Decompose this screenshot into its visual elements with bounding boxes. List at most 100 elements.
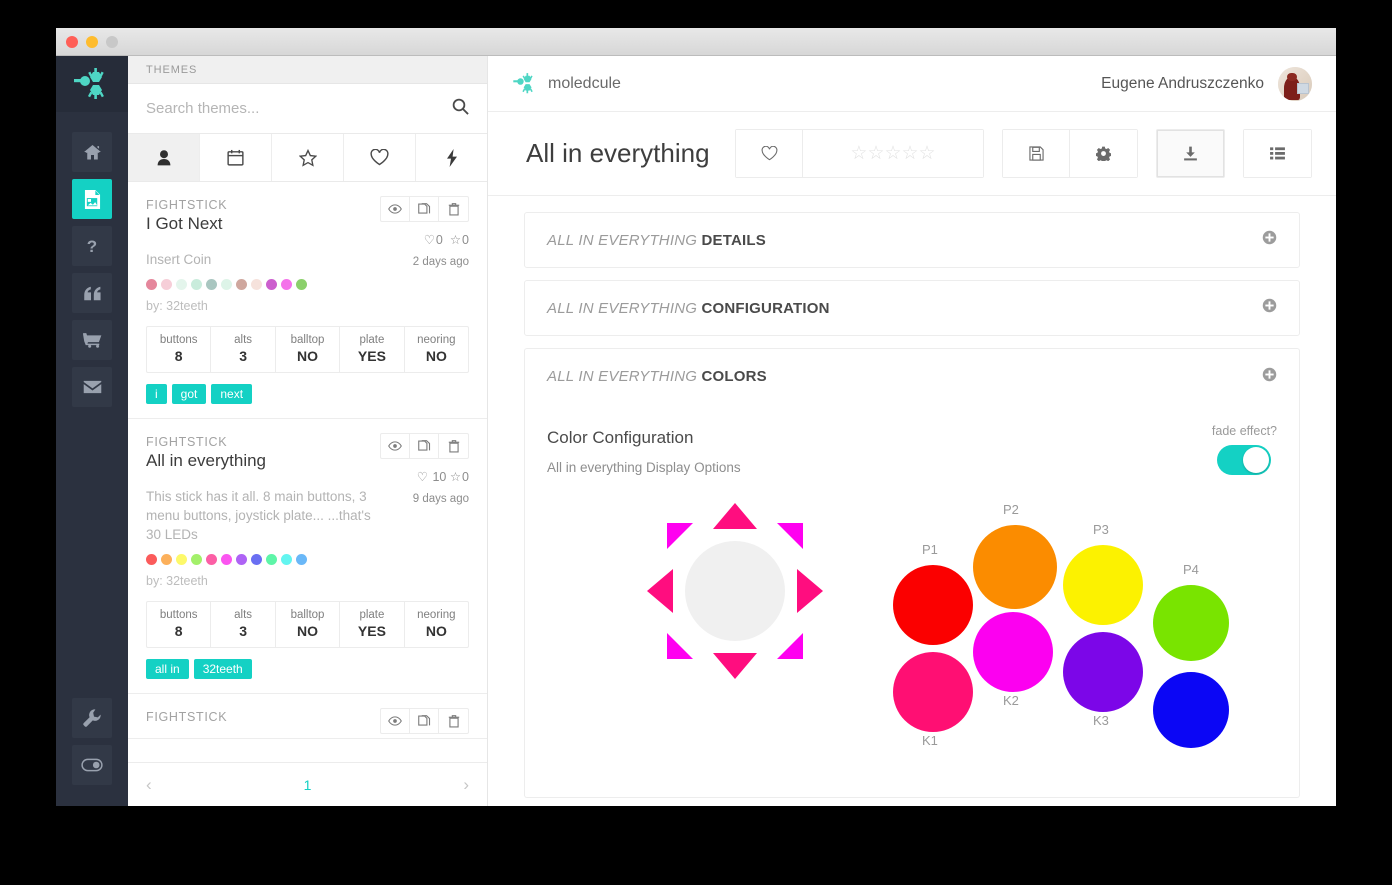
plus-circle-icon[interactable] bbox=[1262, 230, 1277, 250]
sidebar-item-power[interactable] bbox=[72, 745, 112, 785]
filter-tab-user[interactable] bbox=[128, 134, 200, 181]
color-swatch[interactable] bbox=[191, 279, 202, 290]
window-minimize-button[interactable] bbox=[86, 35, 98, 48]
duplicate-button[interactable] bbox=[410, 197, 439, 221]
pagination-page-1[interactable]: 1 bbox=[304, 777, 312, 793]
download-button[interactable] bbox=[1157, 130, 1224, 177]
accordion-details[interactable]: ALL IN EVERYTHING DETAILS bbox=[524, 212, 1300, 268]
joystick-arrow-down-right[interactable] bbox=[777, 633, 803, 659]
button-P2[interactable] bbox=[973, 525, 1057, 609]
button-K3[interactable] bbox=[1063, 632, 1143, 712]
filter-tab-favorites[interactable] bbox=[344, 134, 416, 181]
joystick-ball[interactable] bbox=[685, 541, 785, 641]
color-swatch[interactable] bbox=[236, 279, 247, 290]
color-swatch[interactable] bbox=[176, 279, 187, 290]
button-P3[interactable] bbox=[1063, 545, 1143, 625]
duplicate-button[interactable] bbox=[410, 434, 439, 458]
rail-logo[interactable] bbox=[56, 56, 128, 112]
pagination-prev[interactable]: ‹ bbox=[146, 775, 152, 795]
color-swatch[interactable] bbox=[206, 554, 217, 565]
sidebar-item-store[interactable] bbox=[72, 320, 112, 360]
search-icon[interactable] bbox=[452, 98, 469, 120]
molecule-icon bbox=[74, 68, 104, 99]
delete-button[interactable] bbox=[439, 434, 468, 458]
pagination-next[interactable]: › bbox=[463, 775, 469, 795]
joystick-arrow-up[interactable] bbox=[713, 503, 757, 529]
spec-cell: neoring NO bbox=[405, 602, 468, 647]
user-name[interactable]: Eugene Andruszczenko bbox=[1101, 75, 1264, 93]
color-swatch[interactable] bbox=[236, 554, 247, 565]
joystick-arrow-down-left[interactable] bbox=[667, 633, 693, 659]
sidebar-item-help[interactable]: ? bbox=[72, 226, 112, 266]
preview-button[interactable] bbox=[381, 197, 410, 221]
favorite-button[interactable] bbox=[736, 130, 803, 177]
accordion-colors[interactable]: ALL IN EVERYTHING COLORS bbox=[524, 348, 1300, 404]
accordion-configuration[interactable]: ALL IN EVERYTHING CONFIGURATION bbox=[524, 280, 1300, 336]
color-swatch[interactable] bbox=[161, 279, 172, 290]
window-zoom-button[interactable] bbox=[106, 35, 118, 48]
sidebar-item-mail[interactable] bbox=[72, 367, 112, 407]
preview-button[interactable] bbox=[381, 709, 410, 733]
sidebar-item-quotes[interactable] bbox=[72, 273, 112, 313]
color-swatch[interactable] bbox=[281, 554, 292, 565]
rating-stars[interactable]: ☆☆☆☆☆ bbox=[803, 130, 983, 177]
card-date: 9 days ago bbox=[412, 493, 469, 505]
color-swatch[interactable] bbox=[176, 554, 187, 565]
duplicate-button[interactable] bbox=[410, 709, 439, 733]
color-swatch[interactable] bbox=[251, 554, 262, 565]
filter-tab-calendar[interactable] bbox=[200, 134, 272, 181]
tag[interactable]: i bbox=[146, 384, 167, 404]
plus-circle-icon[interactable] bbox=[1262, 367, 1277, 387]
button-K1[interactable] bbox=[893, 652, 973, 732]
color-swatch[interactable] bbox=[191, 554, 202, 565]
button-P4[interactable] bbox=[1153, 585, 1229, 661]
button-P1[interactable] bbox=[893, 565, 973, 645]
theme-card[interactable]: FIGHTSTICK bbox=[128, 694, 487, 739]
joystick-arrow-up-left[interactable] bbox=[667, 523, 693, 549]
color-swatch[interactable] bbox=[296, 554, 307, 565]
color-swatch[interactable] bbox=[251, 279, 262, 290]
window-close-button[interactable] bbox=[66, 35, 78, 48]
fade-effect-toggle[interactable] bbox=[1217, 445, 1272, 475]
brand[interactable]: moledcule bbox=[512, 73, 621, 94]
delete-button[interactable] bbox=[439, 709, 468, 733]
joystick-widget[interactable] bbox=[647, 503, 823, 679]
color-swatch[interactable] bbox=[221, 554, 232, 565]
avatar[interactable] bbox=[1278, 66, 1312, 101]
color-swatch[interactable] bbox=[146, 279, 157, 290]
color-swatch[interactable] bbox=[281, 279, 292, 290]
color-swatch[interactable] bbox=[161, 554, 172, 565]
tag[interactable]: got bbox=[171, 384, 207, 404]
sidebar-item-themes[interactable] bbox=[72, 179, 112, 219]
filter-tabs bbox=[128, 134, 487, 182]
button-K2[interactable] bbox=[973, 612, 1053, 692]
search-input[interactable] bbox=[146, 100, 452, 117]
joystick-arrow-up-right[interactable] bbox=[777, 523, 803, 549]
color-swatch[interactable] bbox=[296, 279, 307, 290]
tag[interactable]: next bbox=[211, 384, 253, 404]
color-swatch[interactable] bbox=[221, 279, 232, 290]
plus-circle-icon[interactable] bbox=[1262, 298, 1277, 318]
delete-button[interactable] bbox=[439, 197, 468, 221]
joystick-arrow-left[interactable] bbox=[647, 569, 673, 613]
color-swatch[interactable] bbox=[206, 279, 217, 290]
joystick-arrow-down[interactable] bbox=[713, 653, 757, 679]
button-K4[interactable] bbox=[1153, 672, 1229, 748]
sidebar-item-settings[interactable] bbox=[72, 698, 112, 738]
save-button[interactable] bbox=[1003, 130, 1070, 177]
theme-card[interactable]: FIGHTSTICK I Got Next ♡0 ☆0 2 days ago I… bbox=[128, 182, 487, 419]
preview-button[interactable] bbox=[381, 434, 410, 458]
tag[interactable]: all in bbox=[146, 659, 189, 679]
color-swatch[interactable] bbox=[266, 279, 277, 290]
color-swatch[interactable] bbox=[146, 554, 157, 565]
tag[interactable]: 32teeth bbox=[193, 659, 252, 679]
joystick-arrow-right[interactable] bbox=[797, 569, 823, 613]
theme-card[interactable]: FIGHTSTICK All in everything ♡ 10 ☆0 9 d… bbox=[128, 419, 487, 694]
list-button[interactable] bbox=[1244, 130, 1311, 177]
sidebar-item-home[interactable] bbox=[72, 132, 112, 172]
fade-effect-toggle-wrap: fade effect? bbox=[1212, 424, 1277, 475]
settings-button[interactable] bbox=[1070, 130, 1137, 177]
filter-tab-featured[interactable] bbox=[272, 134, 344, 181]
color-swatch[interactable] bbox=[266, 554, 277, 565]
filter-tab-trending[interactable] bbox=[416, 134, 487, 181]
